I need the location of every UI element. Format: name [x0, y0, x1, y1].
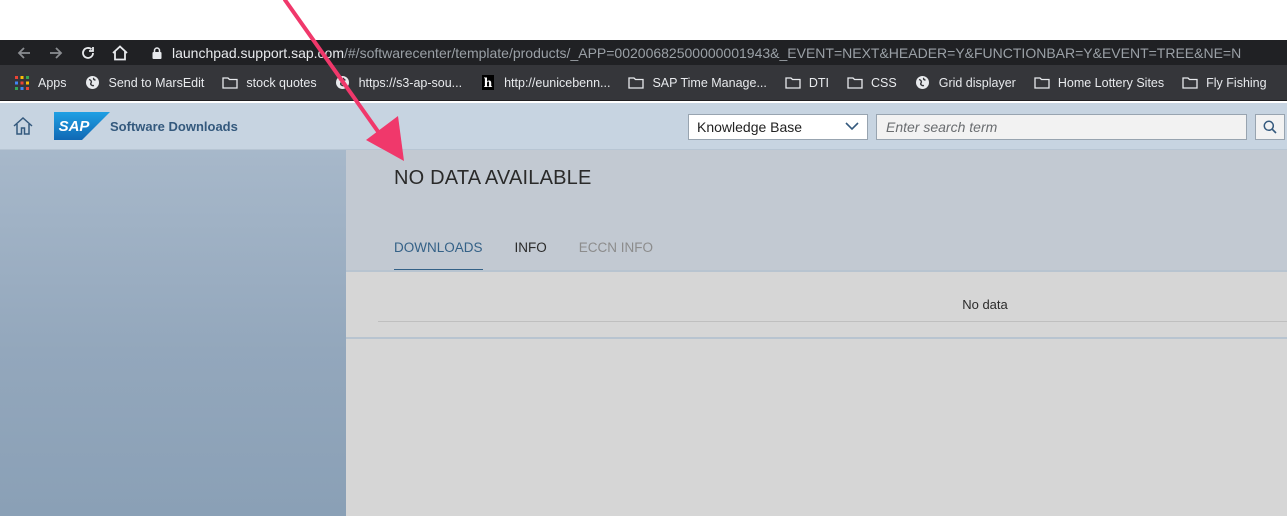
arrow-right-icon	[50, 46, 63, 59]
bookmark-s3-ap-sou[interactable]: https://s3-ap-sou...	[335, 75, 463, 91]
bookmark-label: Send to MarsEdit	[108, 75, 205, 90]
empty-table-message: No data	[962, 297, 1008, 312]
chevron-down-icon	[845, 122, 859, 131]
downloads-table: No data	[378, 273, 1287, 322]
bookmark-label: Apps	[38, 75, 67, 90]
bookmarks-bar: Apps Send to MarsEdit stock quotes https…	[0, 65, 1287, 101]
bookmark-eunicebenn[interactable]: h http://eunicebenn...	[480, 75, 610, 91]
reload-button[interactable]	[72, 40, 104, 65]
url-host: launchpad.support.sap.com	[172, 44, 344, 61]
search-icon	[1263, 120, 1277, 134]
bookmark-send-to-marsedit[interactable]: Send to MarsEdit	[85, 75, 205, 91]
bookmark-css[interactable]: CSS	[847, 75, 897, 91]
bookmark-label: DTI	[808, 75, 830, 90]
page: launchpad.support.sap.com/#/softwarecent…	[0, 0, 1287, 516]
svg-text:h: h	[484, 76, 493, 90]
browser-toolbar: launchpad.support.sap.com/#/softwarecent…	[0, 40, 1287, 65]
bookmark-label: Fly Fishing	[1206, 75, 1267, 90]
shell-bar: SAP Software Downloads Knowledge Base	[0, 103, 1287, 150]
tab-eccn-info: ECCN INFO	[578, 240, 654, 255]
lock-icon	[152, 46, 162, 59]
section-divider	[346, 337, 1287, 339]
folder-icon	[785, 75, 801, 91]
bookmark-label: http://eunicebenn...	[504, 75, 611, 90]
main-content: NO DATA AVAILABLE DOWNLOADS INFO ECCN IN…	[346, 150, 1287, 516]
address-bar[interactable]: launchpad.support.sap.com/#/softwarecent…	[152, 40, 1287, 65]
sap-logo-text: SAP	[59, 118, 91, 135]
url-path: /#/softwarecenter/template/products/_APP…	[344, 44, 1242, 61]
search-button[interactable]	[1255, 113, 1285, 140]
bookmark-home-lottery-sites[interactable]: Home Lottery Sites	[1034, 75, 1164, 91]
folder-icon	[1034, 75, 1050, 91]
page-title: NO DATA AVAILABLE	[394, 167, 592, 189]
table-divider	[378, 321, 1287, 322]
bookmark-label: CSS	[871, 75, 897, 90]
search-input[interactable]	[876, 113, 1247, 140]
home-outline-icon	[112, 44, 128, 60]
back-button[interactable]	[8, 40, 40, 65]
folder-icon	[1182, 75, 1198, 91]
arrow-left-icon	[17, 46, 30, 59]
bookmark-grid-displayer[interactable]: Grid displayer	[915, 75, 1016, 91]
bookmark-label: https://s3-ap-sou...	[358, 75, 463, 90]
object-header: NO DATA AVAILABLE DOWNLOADS INFO ECCN IN…	[346, 150, 1287, 271]
globe-icon	[85, 75, 101, 91]
app-title: Software Downloads	[110, 118, 238, 134]
apps-grid-icon	[14, 75, 30, 91]
globe-icon	[915, 75, 931, 91]
folder-icon	[628, 75, 645, 91]
header-divider	[346, 270, 1287, 272]
tab-bar: DOWNLOADS INFO ECCN INFO	[394, 240, 685, 271]
bookmark-apps[interactable]: Apps	[14, 75, 67, 91]
bookmark-label: Home Lottery Sites	[1057, 75, 1165, 90]
reload-icon	[82, 46, 94, 59]
tab-downloads[interactable]: DOWNLOADS	[394, 240, 483, 271]
search-scope-value: Knowledge Base	[697, 118, 803, 135]
sap-logo[interactable]: SAP	[54, 112, 110, 140]
bookmark-fly-fishing[interactable]: Fly Fishing	[1182, 75, 1267, 91]
side-navigation-panel	[0, 150, 346, 516]
tab-info[interactable]: INFO	[515, 240, 547, 271]
bookmark-label: SAP Time Manage...	[652, 75, 767, 90]
globe-icon	[335, 75, 351, 91]
search-scope-select[interactable]: Knowledge Base	[688, 113, 868, 140]
bookmark-sap-time-manage[interactable]: SAP Time Manage...	[628, 75, 767, 91]
h-site-icon: h	[480, 75, 496, 91]
bookmark-label: stock quotes	[246, 75, 317, 90]
home-browser-button[interactable]	[104, 40, 136, 65]
bookmark-dti[interactable]: DTI	[785, 75, 829, 91]
bookmark-label: Grid displayer	[938, 75, 1016, 90]
shell-search-area: Knowledge Base	[688, 103, 1287, 150]
folder-icon	[847, 75, 863, 91]
home-button[interactable]	[3, 103, 43, 150]
forward-button[interactable]	[40, 40, 72, 65]
folder-icon	[222, 75, 239, 91]
home-icon	[13, 116, 33, 135]
bookmark-stock-quotes[interactable]: stock quotes	[222, 75, 317, 91]
